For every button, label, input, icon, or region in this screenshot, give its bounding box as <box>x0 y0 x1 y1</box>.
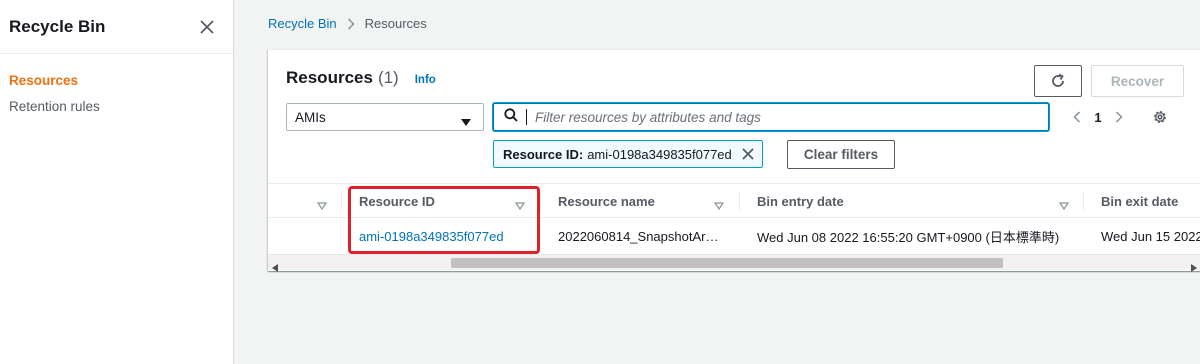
breadcrumb-resources: Resources <box>364 16 427 31</box>
sidebar-header: Recycle Bin <box>0 0 233 54</box>
text-cursor <box>526 109 527 125</box>
resource-name-cell: 2022060814_SnapshotAr… <box>558 229 719 244</box>
select-column-sort-icon[interactable] <box>316 197 328 215</box>
sidebar-title: Recycle Bin <box>9 16 106 36</box>
filter-token: Resource ID: ami-0198a349835f077ed <box>493 140 763 168</box>
sort-icon[interactable] <box>514 197 526 215</box>
bin-exit-date-cell: Wed Jun 15 2022 <box>1101 229 1200 244</box>
sort-icon[interactable] <box>713 197 725 215</box>
main-content: Recycle Bin Resources Resources (1) Info… <box>234 0 1200 364</box>
filter-search[interactable] <box>493 103 1049 131</box>
breadcrumb: Recycle Bin Resources <box>268 16 427 31</box>
next-page-icon[interactable] <box>1107 111 1131 123</box>
panel-title-text: Resources <box>286 68 373 87</box>
token-key: Resource ID: <box>503 146 584 162</box>
sort-icon[interactable] <box>1058 197 1070 215</box>
chevron-right-icon <box>347 17 355 30</box>
search-input[interactable] <box>535 109 1035 125</box>
remove-token-icon[interactable] <box>742 148 754 160</box>
table-header: Resource ID Resource name Bin entry date… <box>268 184 1200 218</box>
horizontal-scrollbar[interactable] <box>268 254 1200 272</box>
column-divider <box>1083 192 1084 210</box>
caret-down-icon <box>461 114 471 129</box>
panel-title: Resources (1) Info <box>286 68 436 88</box>
info-link[interactable]: Info <box>415 74 436 86</box>
resources-table: Resource ID Resource name Bin entry date… <box>268 183 1200 253</box>
resource-id-link[interactable]: ami-0198a349835f077ed <box>359 219 504 253</box>
previous-page-icon[interactable] <box>1065 111 1089 123</box>
refresh-button[interactable] <box>1034 65 1082 97</box>
table-row[interactable]: ami-0198a349835f077ed 2022060814_Snapsho… <box>268 219 1200 253</box>
pagination: 1 <box>1065 105 1131 129</box>
sidebar-nav: Resources Retention rules <box>0 54 233 123</box>
gear-icon[interactable] <box>1152 109 1168 130</box>
column-divider <box>540 192 541 210</box>
column-header-resource-id[interactable]: Resource ID <box>359 184 435 218</box>
token-value: ami-0198a349835f077ed <box>587 146 732 162</box>
breadcrumb-recycle-bin[interactable]: Recycle Bin <box>268 16 337 31</box>
page-number[interactable]: 1 <box>1089 110 1107 125</box>
resource-type-value: AMIs <box>295 109 326 125</box>
resource-type-select[interactable]: AMIs <box>286 103 484 131</box>
column-divider <box>739 192 740 210</box>
recover-button[interactable]: Recover <box>1091 65 1184 97</box>
column-header-bin-exit-date[interactable]: Bin exit date <box>1101 184 1178 218</box>
sidebar-item-resources[interactable]: Resources <box>0 71 233 97</box>
bin-entry-date-cell: Wed Jun 08 2022 16:55:20 GMT+0900 (日本標準時… <box>757 230 1060 245</box>
column-header-bin-entry-date[interactable]: Bin entry date <box>757 184 844 218</box>
resource-count: (1) <box>377 68 399 87</box>
column-divider <box>341 192 342 210</box>
close-icon[interactable] <box>199 19 215 35</box>
scrollbar-thumb[interactable] <box>451 258 1003 268</box>
clear-filters-button[interactable]: Clear filters <box>787 140 895 169</box>
resources-panel: Resources (1) Info Recover AMIs Filter r… <box>268 49 1200 272</box>
scroll-right-icon[interactable] <box>1191 259 1197 277</box>
scroll-left-icon[interactable] <box>272 259 278 277</box>
search-icon <box>504 107 518 127</box>
column-header-resource-name[interactable]: Resource name <box>558 184 655 218</box>
refresh-icon <box>1052 73 1064 87</box>
sidebar-item-retention-rules[interactable]: Retention rules <box>0 97 233 123</box>
side-navigation: Recycle Bin Resources Retention rules <box>0 0 234 364</box>
